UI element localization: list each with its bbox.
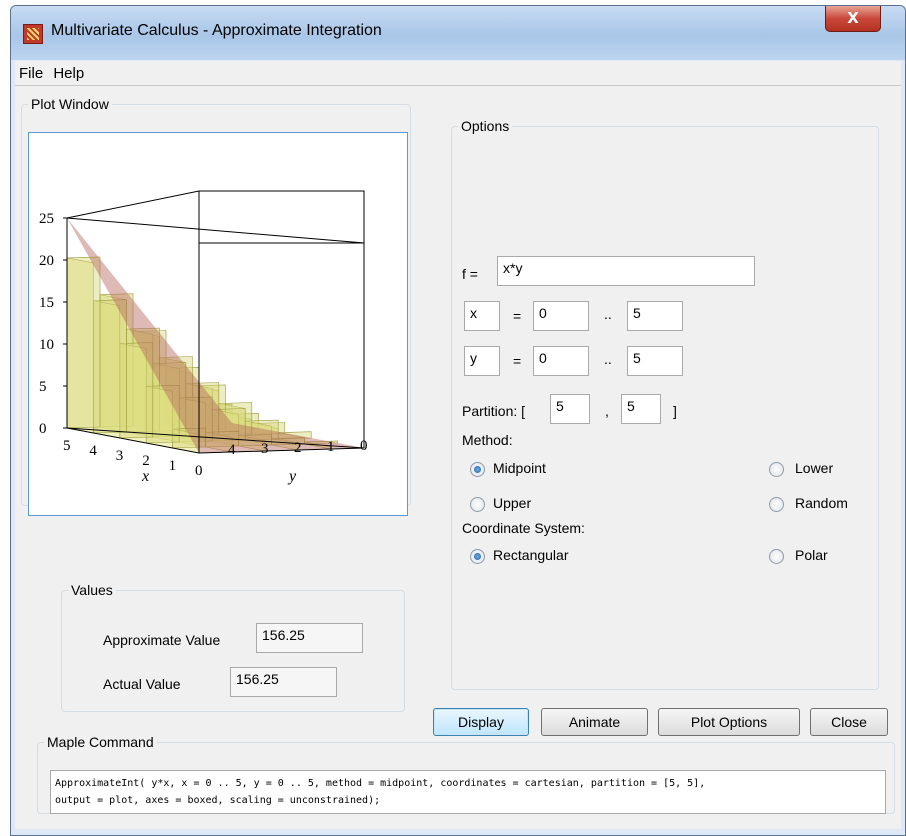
- partition-y-input[interactable]: 5: [621, 394, 661, 424]
- y-tick-label: 3: [261, 441, 269, 457]
- z-tick-0: 0: [39, 421, 47, 437]
- x-tick-label: 4: [89, 443, 97, 459]
- animate-button[interactable]: Animate: [541, 708, 648, 736]
- method-midpoint-label[interactable]: Midpoint: [493, 460, 546, 476]
- z-tick-25: 25: [39, 211, 54, 227]
- x-tick-label: 5: [63, 438, 71, 454]
- maple-app-icon: [23, 24, 43, 44]
- menu-file[interactable]: File: [17, 61, 45, 82]
- app-window: Multivariate Calculus - Approximate Inte…: [10, 5, 906, 836]
- histogram-column-side: [66, 256, 101, 429]
- plot-canvas[interactable]: 25 20 15 10 5 0 543210 43210 x y: [28, 132, 408, 516]
- partition-label: Partition: [: [462, 403, 526, 419]
- partition-close-bracket: ]: [673, 403, 677, 419]
- z-tick-15: 15: [39, 295, 54, 311]
- title-bar: Multivariate Calculus - Approximate Inte…: [11, 6, 905, 60]
- partition-comma: ,: [605, 403, 609, 419]
- window-title: Multivariate Calculus - Approximate Inte…: [51, 22, 382, 39]
- x-axis-label: x: [141, 468, 149, 485]
- function-input[interactable]: x*y: [497, 256, 755, 286]
- options-legend: Options: [461, 118, 510, 134]
- partition-x-input[interactable]: 5: [550, 394, 590, 424]
- maple-command-text: ApproximateInt( y*x, x = 0 .. 5, y = 0 .…: [50, 770, 886, 814]
- x-tick-label: 1: [169, 458, 177, 474]
- y-variable-input[interactable]: y: [464, 346, 500, 376]
- y-range-dots: ..: [604, 351, 612, 367]
- display-button[interactable]: Display: [433, 708, 529, 736]
- y-lower-bound-input[interactable]: 0: [533, 346, 589, 376]
- actual-value-field: 156.25: [230, 667, 337, 697]
- y-tick-label: 1: [327, 439, 335, 455]
- box-top-edges: [66, 190, 365, 243]
- method-lower-label[interactable]: Lower: [795, 460, 833, 476]
- approx-value-label: Approximate Value: [103, 632, 221, 648]
- actual-value-label: Actual Value: [103, 676, 181, 692]
- method-label: Method:: [462, 432, 513, 448]
- x-lower-bound-input[interactable]: 0: [533, 301, 589, 331]
- coord-rectangular-label[interactable]: Rectangular: [493, 547, 569, 563]
- method-upper-radio[interactable]: [470, 497, 485, 512]
- histogram-bars: [66, 218, 364, 454]
- command-line-2: output = plot, axes = boxed, scaling = u…: [55, 795, 381, 806]
- maple-command-legend: Maple Command: [47, 734, 154, 750]
- coord-polar-label[interactable]: Polar: [795, 547, 828, 563]
- y-tick-label: 0: [360, 438, 368, 454]
- coordinate-system-label: Coordinate System:: [462, 520, 585, 536]
- dialog-body: Plot Window 25 20 15 10 5 0 5 4 3 2 1 0 …: [15, 86, 901, 829]
- x-variable-input[interactable]: x: [464, 301, 500, 331]
- z-tick-10: 10: [39, 337, 54, 353]
- method-random-label[interactable]: Random: [795, 495, 848, 511]
- z-tick-5: 5: [39, 379, 47, 395]
- plot-window-legend: Plot Window: [31, 96, 109, 112]
- x-tick-label: 2: [142, 453, 150, 469]
- x-tick-label: 0: [195, 463, 203, 479]
- x-range-dots: ..: [604, 306, 612, 322]
- y-axis-label: y: [287, 468, 297, 485]
- method-lower-radio[interactable]: [769, 462, 784, 477]
- maple-command-group: Maple Command ApproximateInt( y*x, x = 0…: [37, 734, 895, 814]
- method-upper-label[interactable]: Upper: [493, 495, 531, 511]
- y-upper-bound-input[interactable]: 5: [627, 346, 683, 376]
- menu-help[interactable]: Help: [51, 61, 86, 82]
- menu-bar: File Help: [15, 61, 901, 86]
- plot-svg: 25 20 15 10 5 0 543210 43210 x y: [39, 190, 368, 485]
- x-upper-bound-input[interactable]: 5: [627, 301, 683, 331]
- z-tick-20: 20: [39, 253, 54, 269]
- method-midpoint-radio[interactable]: [470, 462, 485, 477]
- plot-window-group: Plot Window 25 20 15 10 5 0 5 4 3 2 1 0 …: [21, 96, 411, 516]
- x-equals-label: =: [513, 308, 522, 324]
- coord-rectangular-radio[interactable]: [470, 549, 485, 564]
- method-random-radio[interactable]: [769, 497, 784, 512]
- values-legend: Values: [71, 582, 113, 598]
- command-line-1: ApproximateInt( y*x, x = 0 .. 5, y = 0 .…: [55, 778, 706, 789]
- y-tick-label: 2: [294, 440, 302, 456]
- x-tick-label: 3: [116, 448, 124, 464]
- coord-polar-radio[interactable]: [769, 549, 784, 564]
- plot-options-button[interactable]: Plot Options: [658, 708, 800, 736]
- function-label: f =: [462, 266, 478, 282]
- z-tick-marks: [63, 217, 67, 429]
- close-button[interactable]: Close: [810, 708, 888, 736]
- approx-value-field: 156.25: [256, 623, 363, 653]
- y-tick-label: 4: [228, 442, 236, 458]
- window-close-button[interactable]: X: [825, 6, 881, 32]
- y-equals-label: =: [513, 353, 522, 369]
